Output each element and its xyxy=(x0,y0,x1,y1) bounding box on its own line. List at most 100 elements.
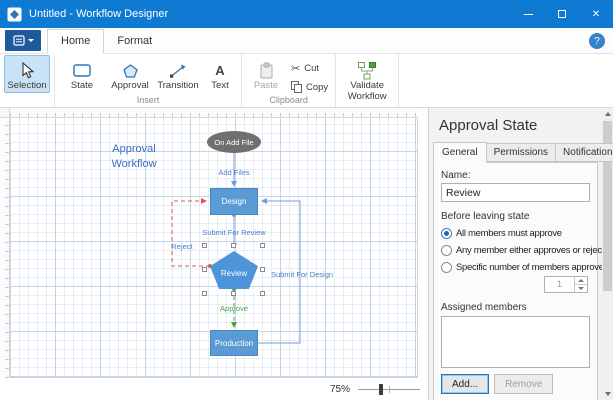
help-button[interactable]: ? xyxy=(589,33,605,49)
radio-any-member-label: Any member either approves or rejects xyxy=(456,245,609,256)
selection-tool-button[interactable]: Selection xyxy=(4,55,50,93)
zoom-bar: 75% xyxy=(0,378,428,400)
assigned-members-label: Assigned members xyxy=(441,302,527,313)
transition-arrow-icon xyxy=(169,60,187,81)
copy-icon xyxy=(291,81,302,93)
transition-label-add-files[interactable]: Add Files xyxy=(202,168,266,177)
panel-title: Approval State xyxy=(439,117,538,134)
vertical-ruler xyxy=(0,118,10,378)
scroll-down-icon xyxy=(604,392,611,396)
stepper-up-button[interactable] xyxy=(575,277,587,285)
transition-label-reject[interactable]: Reject xyxy=(160,242,204,251)
insert-transition-button[interactable]: Transition xyxy=(155,55,201,93)
resize-handle[interactable] xyxy=(231,243,236,248)
resize-handle[interactable] xyxy=(260,243,265,248)
resize-handle[interactable] xyxy=(231,291,236,296)
close-button[interactable]: ✕ xyxy=(579,0,613,28)
tab-format[interactable]: Format xyxy=(104,30,165,53)
radio-specific-number[interactable] xyxy=(441,262,452,273)
help-icon: ? xyxy=(594,35,600,47)
ribbon: Selection State Approval Transition A Te… xyxy=(0,54,613,108)
ribbon-group-validate: Validate Workflow xyxy=(336,54,400,107)
minimize-icon xyxy=(523,13,533,15)
app-menu-icon xyxy=(12,35,25,46)
transition-label-approve[interactable]: Approve xyxy=(202,304,266,313)
diagram-canvas[interactable]: Approval Workflow On Add File Design Rev… xyxy=(0,108,428,400)
maximize-button[interactable] xyxy=(545,0,579,28)
diagram-surface[interactable]: Approval Workflow On Add File Design Rev… xyxy=(10,118,418,378)
ribbon-tab-row: Home Format ? xyxy=(0,28,613,54)
members-count-stepper[interactable]: 1 xyxy=(544,276,588,293)
add-member-button[interactable]: Add... xyxy=(441,374,490,394)
cut-label: Cut xyxy=(304,63,320,74)
validate-workflow-button[interactable]: Validate Workflow xyxy=(340,55,394,104)
cut-button[interactable]: ✂ Cut xyxy=(287,61,332,76)
node-review[interactable]: Review xyxy=(210,251,258,289)
name-input[interactable] xyxy=(441,183,590,202)
insert-approval-button[interactable]: Approval xyxy=(107,55,153,93)
radio-any-member[interactable] xyxy=(441,245,452,256)
resize-handle[interactable] xyxy=(202,267,207,272)
insert-state-button[interactable]: State xyxy=(59,55,105,93)
tab-home[interactable]: Home xyxy=(47,29,105,54)
minimize-button[interactable] xyxy=(511,0,545,28)
resize-handle[interactable] xyxy=(260,267,265,272)
properties-panel: Approval State General Permissions Notif… xyxy=(428,108,613,400)
node-design[interactable]: Design xyxy=(210,188,258,215)
window-title: Untitled - Workflow Designer xyxy=(29,8,169,20)
general-tab-page: Name: Before leaving state All members m… xyxy=(433,162,609,400)
chevron-up-icon xyxy=(578,279,584,282)
scroll-up-icon xyxy=(604,112,611,116)
approval-label: Approval xyxy=(111,80,149,91)
stepper-down-button[interactable] xyxy=(575,285,587,292)
cut-icon: ✂ xyxy=(291,63,301,75)
remove-member-button[interactable]: Remove xyxy=(494,374,554,394)
resize-handle[interactable] xyxy=(202,291,207,296)
chevron-down-icon xyxy=(27,39,34,42)
radio-row-specific-number[interactable]: Specific number of members approves xyxy=(441,262,608,273)
copy-button[interactable]: Copy xyxy=(287,80,332,94)
node-production[interactable]: Production xyxy=(210,330,258,356)
selection-label: Selection xyxy=(7,80,47,91)
name-label: Name: xyxy=(441,170,471,181)
scrollbar-up-button[interactable] xyxy=(602,108,613,120)
close-icon: ✕ xyxy=(591,8,601,20)
tab-notifications[interactable]: Notifications xyxy=(555,143,613,162)
transition-label-submit-for-design[interactable]: Submit For Design xyxy=(266,270,338,279)
paste-label: Paste xyxy=(253,80,279,91)
transition-label-submit-for-review[interactable]: Submit For Review xyxy=(196,228,272,237)
validate-workflow-label: Validate Workflow xyxy=(347,80,387,102)
text-label: Text xyxy=(211,80,229,91)
members-count-value: 1 xyxy=(556,279,563,290)
app-icon xyxy=(7,7,22,22)
validate-workflow-icon xyxy=(357,60,377,81)
ribbon-group-selection: Selection xyxy=(0,54,55,107)
tab-general[interactable]: General xyxy=(433,142,487,163)
radio-all-members[interactable] xyxy=(441,228,452,239)
transition-label: Transition xyxy=(157,80,199,91)
zoom-level: 75% xyxy=(329,383,350,395)
app-menu-button[interactable] xyxy=(5,30,41,51)
radio-row-any-member[interactable]: Any member either approves or rejects xyxy=(441,245,609,256)
resize-handle[interactable] xyxy=(260,291,265,296)
node-on-add-file[interactable]: On Add File xyxy=(207,131,261,153)
assigned-members-list[interactable] xyxy=(441,316,590,368)
diagram-title-text[interactable]: Approval Workflow xyxy=(98,142,170,172)
radio-row-all-members[interactable]: All members must approve xyxy=(441,228,590,239)
scrollbar-down-button[interactable] xyxy=(602,388,613,400)
clipboard-group-label: Clipboard xyxy=(269,95,308,105)
panel-tabs: General Permissions Notifications xyxy=(433,142,613,163)
title-bar: Untitled - Workflow Designer ✕ xyxy=(0,0,613,28)
zoom-slider-thumb[interactable] xyxy=(379,383,383,395)
tab-permissions[interactable]: Permissions xyxy=(485,143,557,162)
state-label: State xyxy=(70,80,94,91)
paste-icon xyxy=(259,60,274,81)
ruler-corner xyxy=(0,108,10,118)
paste-button[interactable]: Paste xyxy=(246,55,286,93)
before-leaving-state-label: Before leaving state xyxy=(441,211,530,222)
insert-text-button[interactable]: A Text xyxy=(203,55,237,93)
text-icon: A xyxy=(215,63,225,78)
zoom-slider[interactable] xyxy=(358,383,420,396)
cursor-icon xyxy=(20,60,34,81)
radio-specific-number-label: Specific number of members approves xyxy=(456,262,609,273)
